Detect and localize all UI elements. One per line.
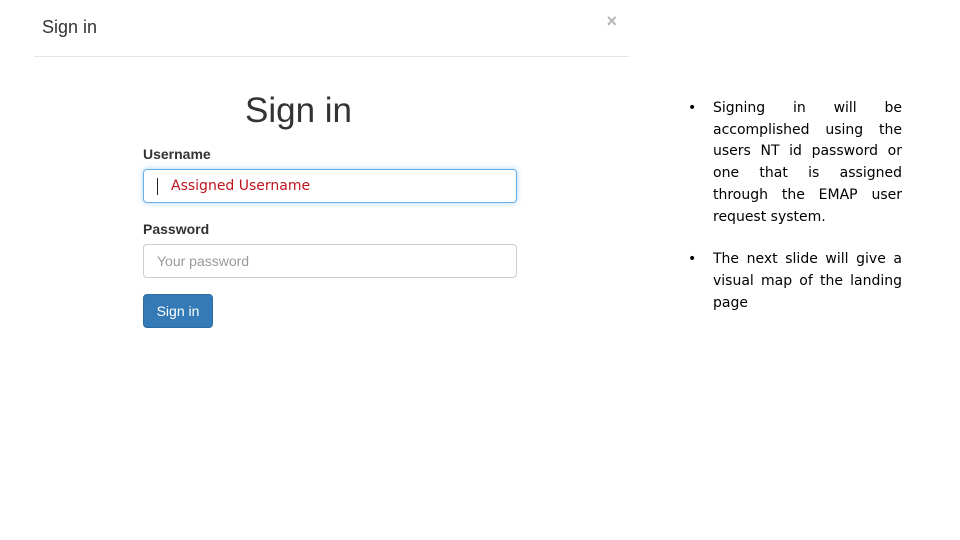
note-text: Signing in will be accomplished using th… [713,100,902,225]
password-label: Password [143,221,210,237]
text-caret [157,177,158,195]
note-text: The next slide will give a visual map of… [713,251,902,311]
form-heading: Sign in [245,91,353,130]
notes-list: • Signing in will be accomplished using … [688,98,902,335]
modal-title: Sign in [42,17,98,37]
password-placeholder: Your password [157,253,250,269]
modal-header: Sign in × [34,0,629,57]
password-input[interactable]: Your password [143,244,517,278]
username-label: Username [143,146,211,162]
bullet-icon: • [688,100,697,116]
bullet-icon: • [688,251,697,268]
close-icon[interactable]: × [606,12,617,30]
username-value: Assigned Username [171,178,311,194]
note-item: • Signing in will be accomplished using … [688,98,902,228]
note-item: • The next slide will give a visual map … [688,249,902,314]
sign-in-button[interactable]: Sign in [143,294,213,328]
username-input[interactable]: Assigned Username [143,169,517,203]
